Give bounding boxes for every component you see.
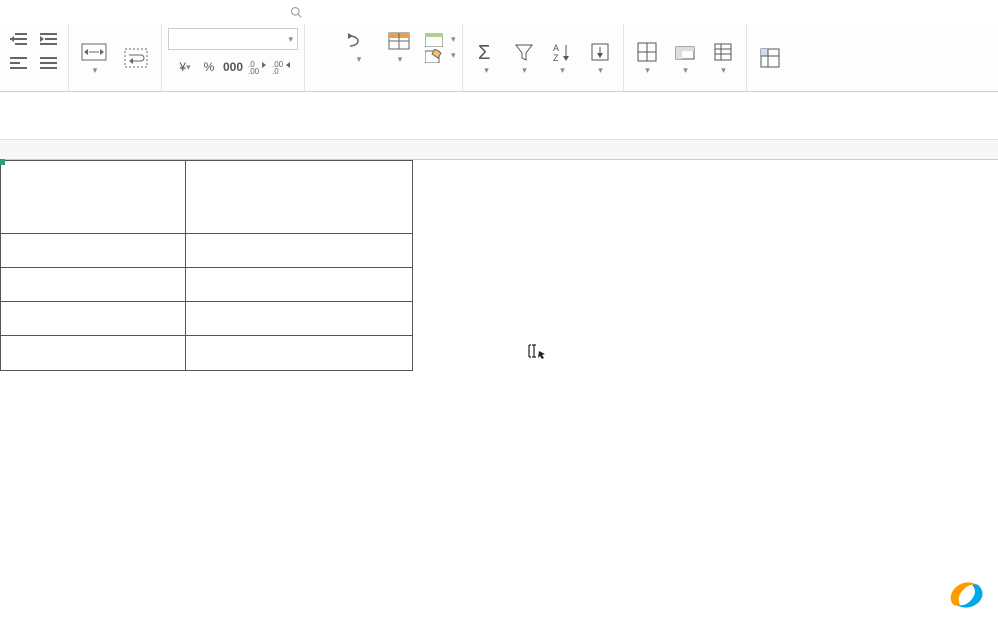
- svg-text:A: A: [553, 43, 559, 53]
- freeze-icon: [759, 47, 781, 69]
- type-convert-button[interactable]: ▾: [340, 28, 376, 67]
- data-table: [0, 160, 413, 371]
- freeze-button[interactable]: [753, 45, 787, 73]
- svg-text:Z: Z: [553, 53, 559, 63]
- chevron-down-icon: ▾: [288, 34, 293, 45]
- menu-bar: [0, 0, 998, 24]
- freeze-group: [747, 24, 793, 91]
- table-cell[interactable]: [1, 302, 186, 336]
- watermark: [946, 577, 992, 613]
- wrap-icon: [123, 47, 149, 69]
- table-style-icon: [425, 33, 443, 47]
- comma-icon[interactable]: 000: [222, 56, 244, 78]
- table-cell[interactable]: [186, 302, 412, 336]
- cond-format-button[interactable]: ▾: [381, 28, 417, 67]
- sum-button[interactable]: Σ ▾: [469, 39, 503, 78]
- fill-down-icon: [589, 41, 611, 63]
- worksheet-icon: [712, 41, 734, 63]
- table-cell[interactable]: [1, 234, 186, 268]
- cell-style-button[interactable]: ▾: [425, 49, 456, 63]
- header-total-score: [186, 161, 412, 234]
- svg-text:.00: .00: [248, 67, 260, 74]
- fill-button[interactable]: ▾: [583, 39, 617, 78]
- watermark-logo-icon: [946, 577, 986, 613]
- align-justify-icon[interactable]: [36, 52, 62, 74]
- number-format-group: ▾ ¥ ▾ % 000 .0.00 .00.0 ▾: [162, 24, 305, 91]
- table-style-button[interactable]: ▾: [425, 33, 456, 47]
- edit-group: Σ ▾ ▾ AZ ▾ ▾: [463, 24, 624, 91]
- ribbon: ▾ ▾ ¥ ▾ % 000 .0.00 .00.0 ▾: [0, 24, 998, 92]
- auto-wrap-button[interactable]: [117, 45, 155, 73]
- percent-icon[interactable]: %: [198, 56, 220, 78]
- header-chinese-score: [1, 161, 186, 234]
- style-group: ▾ ▾ ▾: [375, 24, 463, 91]
- filter-button[interactable]: ▾: [507, 39, 541, 78]
- search-icon: [290, 6, 302, 18]
- merge-icon: [81, 41, 107, 63]
- sort-icon: AZ: [551, 41, 573, 63]
- merge-group: ▾: [69, 24, 162, 91]
- command-search[interactable]: [290, 6, 306, 18]
- merge-center-button[interactable]: ▾: [75, 39, 113, 78]
- svg-text:Σ: Σ: [478, 42, 490, 63]
- increase-decimal-icon[interactable]: .0.00: [246, 56, 268, 78]
- cell-style-icon: [425, 49, 443, 63]
- convert-icon: [346, 30, 370, 52]
- align-left-icon[interactable]: [6, 52, 32, 74]
- table-cell[interactable]: [186, 234, 412, 268]
- cursor-icon: [526, 343, 546, 364]
- sigma-icon: Σ: [475, 41, 497, 63]
- worksheet-button[interactable]: ▾: [706, 39, 740, 78]
- number-format-combo[interactable]: ▾: [168, 28, 298, 50]
- rowcol-icon: [674, 41, 696, 63]
- table-cell[interactable]: [186, 268, 412, 302]
- rowcol-button[interactable]: ▾: [668, 39, 702, 78]
- svg-text:.0: .0: [272, 67, 279, 74]
- sort-button[interactable]: AZ ▾: [545, 39, 579, 78]
- decrease-indent-icon[interactable]: [6, 28, 32, 50]
- grid-icon: [636, 41, 658, 63]
- cell-button[interactable]: ▾: [630, 39, 664, 78]
- cond-format-icon: [387, 30, 411, 52]
- increase-indent-icon[interactable]: [36, 28, 62, 50]
- funnel-icon: [513, 41, 535, 63]
- table-cell[interactable]: [1, 336, 186, 370]
- decrease-decimal-icon[interactable]: .00.0: [270, 56, 292, 78]
- cells-group: ▾ ▾ ▾: [624, 24, 747, 91]
- formula-bar-area: [0, 92, 998, 140]
- table-cell[interactable]: [1, 268, 186, 302]
- table-cell[interactable]: [186, 336, 412, 370]
- currency-icon[interactable]: ¥ ▾: [174, 56, 196, 78]
- spreadsheet[interactable]: [0, 140, 998, 160]
- column-headers: [0, 140, 998, 160]
- indent-group: [0, 24, 69, 91]
